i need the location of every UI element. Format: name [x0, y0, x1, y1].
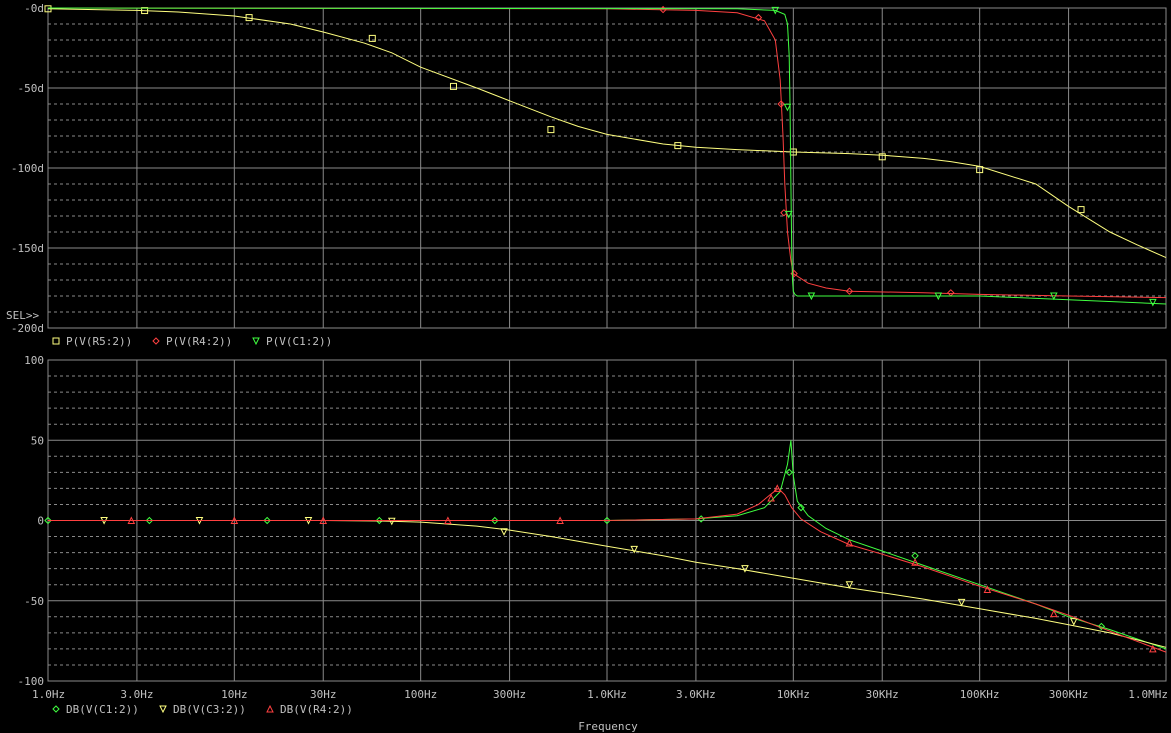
x-tick-label: 10Hz [221, 688, 248, 701]
x-tick-label: 100KHz [960, 688, 1000, 701]
pspice-probe-plot: -0d -50d -100d -150d -200d 100 50 0 -50 -1001.0Hz… [0, 0, 1171, 733]
magnitude-y-tick-label: -100 [18, 675, 45, 688]
plot-background [0, 0, 1171, 733]
x-tick-label: 30KHz [866, 688, 899, 701]
x-tick-label: 100Hz [404, 688, 437, 701]
x-tick-label: 1.0KHz [587, 688, 627, 701]
phase-y-tick-label: -200d [11, 322, 44, 335]
magnitude-y-tick-label: 0 [37, 515, 44, 528]
phase-y-tick-label: -150d [11, 242, 44, 255]
phase-y-tick-label: -100d [11, 162, 44, 175]
magnitude-y-tick-label: 50 [31, 434, 44, 447]
x-tick-label: 10KHz [777, 688, 810, 701]
x-tick-label: 1.0MHz [1128, 688, 1168, 701]
magnitude-legend-entry-1[interactable]: DB(V(C3:2)) [173, 703, 246, 716]
x-tick-label: 3.0Hz [120, 688, 153, 701]
phase-y-tick-label: -50d [18, 82, 45, 95]
x-axis-title: Frequency [578, 720, 638, 733]
magnitude-y-tick-label: 100 [24, 354, 44, 367]
magnitude-legend-entry-0[interactable]: DB(V(C1:2)) [66, 703, 139, 716]
x-tick-label: 3.0KHz [676, 688, 716, 701]
x-tick-label: 300KHz [1049, 688, 1089, 701]
x-tick-label: 1.0Hz [32, 688, 65, 701]
phase-y-tick-label: -0d [24, 2, 44, 15]
magnitude-y-tick-label: -50 [24, 595, 44, 608]
phase-legend-entry-1[interactable]: P(V(R4:2)) [166, 335, 232, 348]
selector-label[interactable]: SEL>> [6, 309, 39, 322]
phase-legend-entry-0[interactable]: P(V(R5:2)) [66, 335, 132, 348]
x-tick-label: 30Hz [310, 688, 337, 701]
x-tick-label: 300Hz [493, 688, 526, 701]
phase-legend-entry-2[interactable]: P(V(C1:2)) [266, 335, 332, 348]
magnitude-legend-entry-2[interactable]: DB(V(R4:2)) [280, 703, 353, 716]
